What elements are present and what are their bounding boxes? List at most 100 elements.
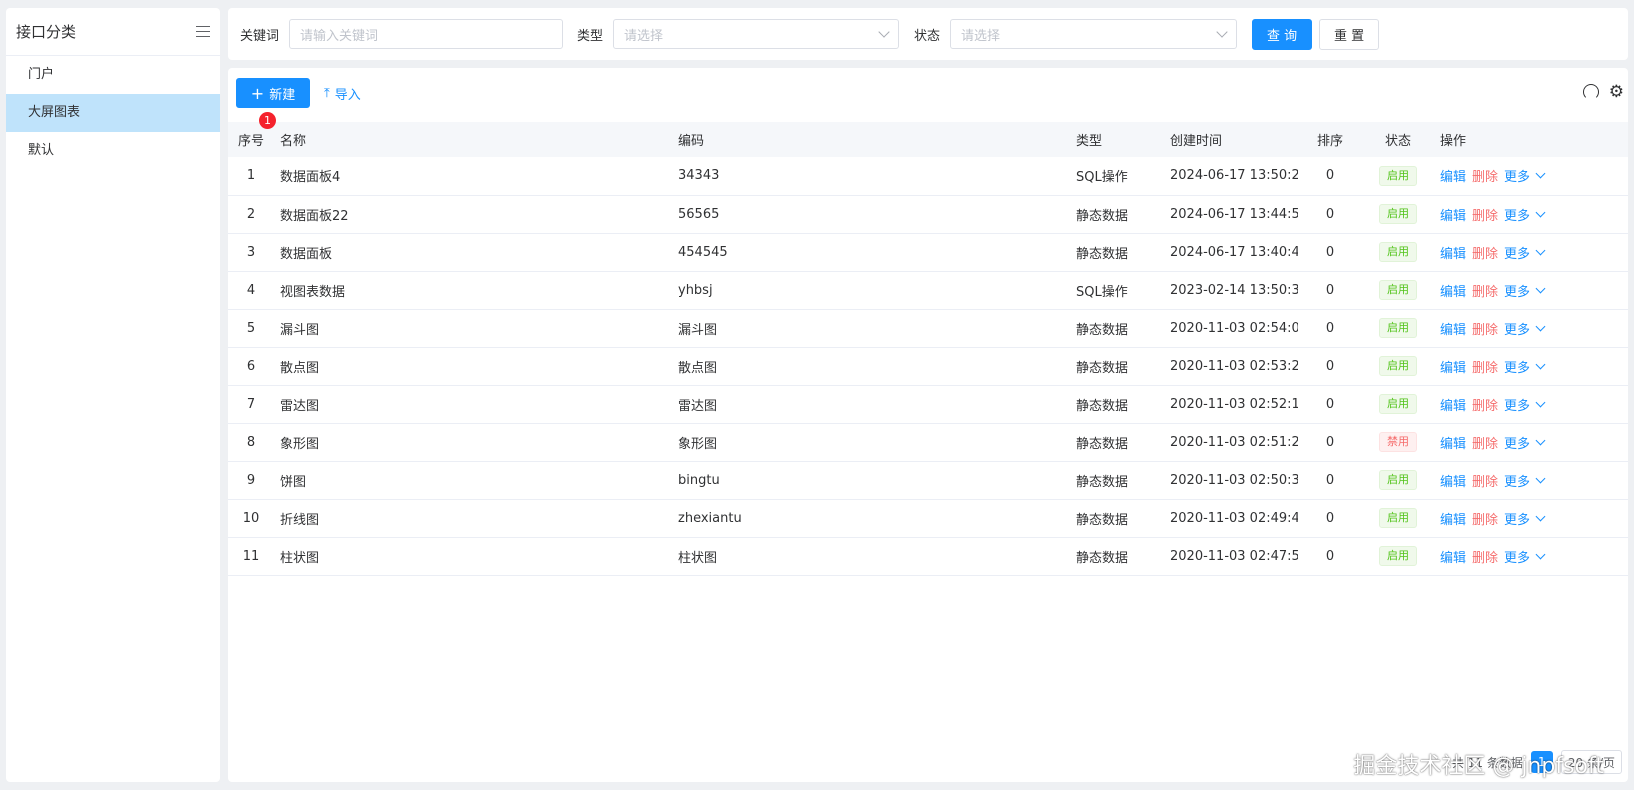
status-placeholder: 请选择 [961,28,1001,44]
menu-icon[interactable] [196,25,210,38]
status-select[interactable]: 请选择 [950,19,1238,49]
import-button[interactable]: ⤒ 导入 [324,78,361,108]
new-button-label: 新建 [269,87,296,103]
page-number-current[interactable]: 1 [1530,751,1553,773]
more-dropdown[interactable]: 更多 [1504,509,1546,528]
status-badge: 启用 [1379,204,1417,224]
chevron-down-icon [1535,168,1546,179]
delete-link[interactable]: 删除 [1472,323,1498,338]
cell-type: 静态数据 [1070,499,1164,538]
delete-link[interactable]: 删除 [1472,361,1498,376]
edit-link[interactable]: 编辑 [1440,247,1466,262]
cell-sort: 0 [1298,499,1362,538]
cell-code: 象形图 [672,423,1070,462]
category-list: 门户 大屏图表 默认 [6,56,220,170]
chevron-down-icon [1535,245,1546,255]
edit-link[interactable]: 编辑 [1440,475,1466,490]
cell-created: 2020-11-03 02:47:58 [1164,537,1298,576]
cell-name: 视图表数据 [274,271,672,310]
delete-link[interactable]: 删除 [1472,513,1498,528]
more-dropdown[interactable]: 更多 [1504,395,1546,414]
cell-name: 柱状图 [274,537,672,576]
delete-link[interactable]: 删除 [1472,437,1498,452]
edit-link[interactable]: 编辑 [1440,551,1466,566]
cell-actions: 编辑 删除 更多 [1434,537,1628,576]
more-dropdown[interactable]: 更多 [1504,166,1546,185]
edit-link[interactable]: 编辑 [1440,323,1466,338]
cell-sort: 0 [1298,347,1362,386]
cell-created: 2020-11-03 02:54:03 [1164,309,1298,348]
delete-link[interactable]: 删除 [1472,399,1498,414]
table-tools: ⚙ [1582,84,1624,101]
cell-code: zhexiantu [672,499,1070,538]
edit-link[interactable]: 编辑 [1440,285,1466,300]
edit-link[interactable]: 编辑 [1440,170,1466,185]
sidebar-item[interactable]: 门户 [6,56,220,94]
more-dropdown[interactable]: 更多 [1504,357,1546,376]
edit-link[interactable]: 编辑 [1440,437,1466,452]
keyword-input[interactable]: 请输入关键词 [289,19,564,49]
cell-status: 启用 [1362,385,1434,424]
more-dropdown[interactable]: 更多 [1504,433,1546,452]
more-dropdown[interactable]: 更多 [1504,319,1546,338]
search-button[interactable]: 查 询 [1252,18,1313,50]
cell-actions: 编辑 删除 更多 [1434,157,1628,196]
delete-link[interactable]: 删除 [1472,551,1498,566]
edit-link[interactable]: 编辑 [1440,209,1466,224]
cell-status: 禁用 [1362,423,1434,462]
delete-link[interactable]: 删除 [1472,170,1498,185]
edit-link[interactable]: 编辑 [1440,361,1466,376]
table-row: 10 折线图 zhexiantu 静态数据 2020-11-03 02:49:40 0 启用… [228,499,1628,538]
chevron-down-icon [1535,321,1546,331]
more-dropdown[interactable]: 更多 [1504,471,1546,490]
status-badge: 启用 [1379,280,1417,300]
type-select[interactable]: 请选择 [613,19,900,49]
sidebar-item[interactable]: 默认 [6,132,220,170]
edit-link[interactable]: 编辑 [1440,513,1466,528]
cell-index: 7 [228,385,274,424]
reset-button[interactable]: 重 置 [1319,18,1380,50]
cell-created: 2020-11-03 02:50:36 [1164,461,1298,500]
cell-created: 2024-06-17 13:44:52 [1164,195,1298,234]
cell-index: 5 [228,309,274,348]
delete-link[interactable]: 删除 [1472,475,1498,490]
cell-index: 11 [228,537,274,576]
sidebar-item[interactable]: 大屏图表 [6,94,220,132]
more-dropdown[interactable]: 更多 [1504,205,1546,224]
table-row: 8 象形图 象形图 静态数据 2020-11-03 02:51:26 0 禁用 编辑 删除 更多 [228,423,1628,462]
cell-sort: 0 [1298,423,1362,462]
more-dropdown[interactable]: 更多 [1504,281,1546,300]
status-label: 状态 [914,28,941,44]
table-row: 3 数据面板 454545 静态数据 2024-06-17 13:40:45 0 启用 编辑删… [228,233,1628,272]
category-sidebar: 接口分类 门户 大屏图表 默认 [6,8,220,782]
cell-name: 漏斗图 [274,309,672,348]
refresh-icon[interactable] [1582,84,1599,100]
cell-index: 10 [228,499,274,538]
more-dropdown[interactable]: 更多 [1504,547,1546,566]
col-type: 类型 [1070,122,1164,157]
delete-link[interactable]: 删除 [1472,285,1498,300]
cell-name: 饼图 [274,461,672,500]
cell-name: 象形图 [274,423,672,462]
cell-sort: 0 [1298,385,1362,424]
cell-index: 9 [228,461,274,500]
sidebar-title: 接口分类 [16,23,77,41]
delete-link[interactable]: 删除 [1472,247,1498,262]
cell-name: 散点图 [274,347,672,386]
edit-link[interactable]: 编辑 [1440,399,1466,414]
delete-link[interactable]: 删除 [1472,209,1498,224]
table-row: 9 饼图 bingtu 静态数据 2020-11-03 02:50:36 0 启用 编辑 删除更… [228,461,1628,500]
cell-type: 静态数据 [1070,195,1164,234]
cell-sort: 0 [1298,309,1362,348]
status-badge: 启用 [1379,508,1417,528]
more-label: 更多 [1504,284,1531,300]
cell-actions: 编辑 删除 更多 [1434,271,1628,310]
cell-type: 静态数据 [1070,537,1164,576]
gear-icon[interactable]: ⚙ [1609,84,1624,101]
pagination: 共 11 条数据 1 20 条/页 [1452,750,1622,774]
type-placeholder: 请选择 [624,28,664,44]
new-button[interactable]: + 新建 [236,78,310,108]
page-size-select[interactable]: 20 条/页 [1560,750,1622,774]
table-row: 5 漏斗图 漏斗图 静态数据 2020-11-03 02:54:03 0 启用 编辑 删除 更多 [228,309,1628,348]
more-dropdown[interactable]: 更多 [1504,243,1546,262]
